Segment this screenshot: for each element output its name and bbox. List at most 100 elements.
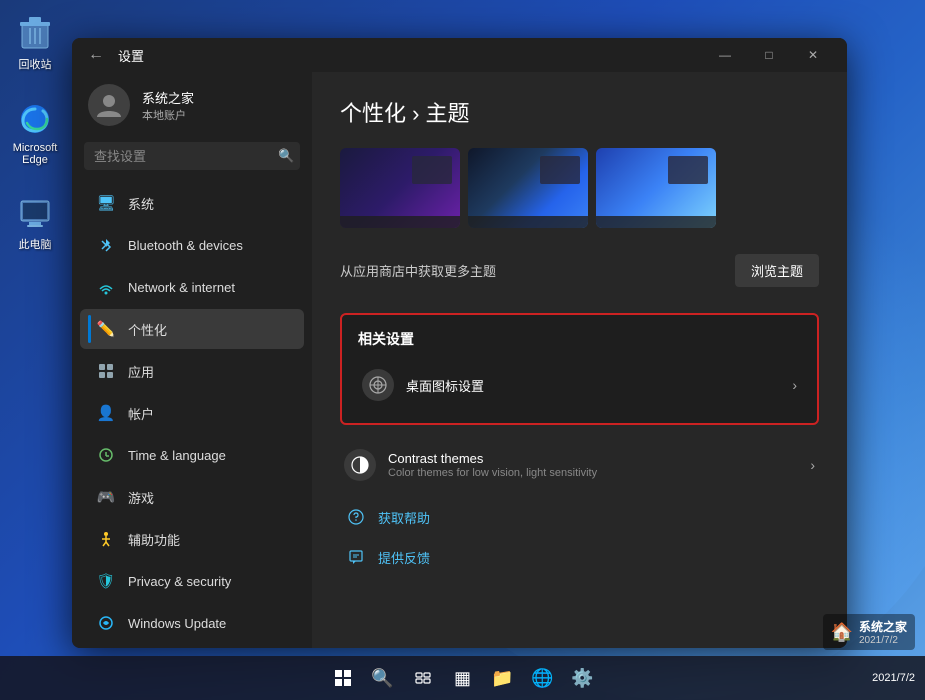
apps-icon xyxy=(96,361,116,381)
accounts-icon: 👤 xyxy=(96,403,116,423)
window-controls: — □ ✕ xyxy=(703,38,835,72)
minimize-button[interactable]: — xyxy=(703,38,747,72)
sidebar-item-accessibility-label: 辅助功能 xyxy=(128,530,180,549)
contrast-info: Contrast themes Color themes for low vis… xyxy=(388,451,597,479)
get-help-icon xyxy=(344,505,368,529)
active-bar xyxy=(88,315,91,343)
sidebar-item-privacy-label: Privacy & security xyxy=(128,574,231,589)
theme-card-1[interactable] xyxy=(340,148,460,228)
sidebar-item-update-label: Windows Update xyxy=(128,616,226,631)
contrast-left: Contrast themes Color themes for low vis… xyxy=(344,449,597,481)
watermark: 🏠 系统之家 2021/7/2 xyxy=(823,614,915,650)
taskbar-date: 2021/7/2 xyxy=(872,672,915,684)
theme-card-2[interactable] xyxy=(468,148,588,228)
feedback-text: 提供反馈 xyxy=(378,548,430,567)
edge-icon[interactable]: Microsoft Edge xyxy=(0,96,70,170)
taskbar-edge-button[interactable]: 🌐 xyxy=(524,659,562,697)
taskbar-right: 2021/7/2 xyxy=(872,672,915,684)
settings-window: ← 设置 — □ ✕ xyxy=(72,38,847,648)
maximize-button[interactable]: □ xyxy=(747,38,791,72)
back-button[interactable]: ← xyxy=(84,43,108,67)
desktop-icon-settings-label: 桌面图标设置 xyxy=(406,376,484,395)
theme-card-3[interactable] xyxy=(596,148,716,228)
sidebar-item-personalization[interactable]: ✏️ 个性化 xyxy=(80,309,304,349)
this-pc-icon[interactable]: 此电脑 xyxy=(12,190,58,256)
desktop-icon-settings-row[interactable]: 桌面图标设置 › xyxy=(358,361,801,409)
taskbar-settings-button[interactable]: ⚙️ xyxy=(564,659,602,697)
get-help-link[interactable]: 获取帮助 xyxy=(340,497,819,537)
sidebar-item-system[interactable]: 🖥 系统 xyxy=(80,183,304,223)
taskbar-center: 🔍 ▦ 📁 🌐 ⚙️ xyxy=(324,659,602,697)
user-profile[interactable]: 系统之家 本地账户 xyxy=(72,72,312,142)
sidebar-item-network[interactable]: Network & internet xyxy=(80,267,304,307)
contrast-themes-row[interactable]: Contrast themes Color themes for low vis… xyxy=(340,441,819,489)
user-name: 系统之家 xyxy=(142,88,194,107)
contrast-themes-title: Contrast themes xyxy=(388,451,597,466)
widgets-button[interactable]: ▦ xyxy=(444,659,482,697)
system-icon: 🖥 xyxy=(96,193,116,213)
window-content: 系统之家 本地账户 🔍 🖥 系统 xyxy=(72,72,847,648)
get-help-text: 获取帮助 xyxy=(378,508,430,527)
sidebar-item-accessibility[interactable]: 辅助功能 xyxy=(80,519,304,559)
sidebar-item-apps-label: 应用 xyxy=(128,362,154,381)
user-type: 本地账户 xyxy=(142,107,194,123)
search-input[interactable] xyxy=(94,149,270,164)
gaming-icon: 🎮 xyxy=(96,487,116,507)
this-pc-image xyxy=(16,194,54,232)
theme-minibar-2 xyxy=(468,216,588,228)
sidebar-item-gaming-label: 游戏 xyxy=(128,488,154,507)
browse-themes-button[interactable]: 浏览主题 xyxy=(735,254,819,287)
from-store-text: 从应用商店中获取更多主题 xyxy=(340,261,496,280)
desktop-icon-icon xyxy=(362,369,394,401)
watermark-brand: 系统之家 xyxy=(859,618,907,635)
contrast-chevron: › xyxy=(810,457,815,473)
user-info: 系统之家 本地账户 xyxy=(142,88,194,123)
task-view-button[interactable] xyxy=(404,659,442,697)
feedback-icon xyxy=(344,545,368,569)
sidebar-item-gaming[interactable]: 🎮 游戏 xyxy=(80,477,304,517)
watermark-info: 系统之家 2021/7/2 xyxy=(859,618,907,646)
sidebar-item-time-label: Time & language xyxy=(128,448,226,463)
file-explorer-button[interactable]: 📁 xyxy=(484,659,522,697)
theme-previews xyxy=(340,148,819,228)
theme-minibar-3 xyxy=(596,216,716,228)
related-settings-section: 相关设置 桌面图标设置 xyxy=(340,313,819,425)
network-icon xyxy=(96,277,116,297)
personalization-icon: ✏️ xyxy=(96,319,116,339)
contrast-themes-subtitle: Color themes for low vision, light sensi… xyxy=(388,467,597,479)
sidebar-item-windows-update[interactable]: Windows Update xyxy=(80,603,304,643)
user-avatar xyxy=(88,84,130,126)
close-button[interactable]: ✕ xyxy=(791,38,835,72)
search-icon: 🔍 xyxy=(278,148,294,164)
theme-window-1 xyxy=(412,156,452,184)
sidebar-item-time-language[interactable]: Time & language xyxy=(80,435,304,475)
recycle-bin-image xyxy=(16,14,54,52)
theme-window-3 xyxy=(668,156,708,184)
desktop-icons: 回收站 Microsoft Edge 此电脑 xyxy=(0,0,70,700)
theme-actions: 从应用商店中获取更多主题 浏览主题 xyxy=(340,248,819,293)
desktop-icon-chevron: › xyxy=(792,377,797,393)
sidebar-item-accounts[interactable]: 👤 帐户 xyxy=(80,393,304,433)
sidebar-item-apps[interactable]: 应用 xyxy=(80,351,304,391)
bluetooth-icon xyxy=(96,235,116,255)
taskbar-search-button[interactable]: 🔍 xyxy=(364,659,402,697)
desktop-icon-left: 桌面图标设置 xyxy=(362,369,484,401)
contrast-icon xyxy=(344,449,376,481)
desktop: 回收站 Microsoft Edge 此电脑 xyxy=(0,0,925,700)
title-bar: ← 设置 — □ ✕ xyxy=(72,38,847,72)
search-box[interactable]: 🔍 xyxy=(84,142,300,170)
start-button[interactable] xyxy=(324,659,362,697)
feedback-link[interactable]: 提供反馈 xyxy=(340,537,819,577)
sidebar-item-personalization-label: 个性化 xyxy=(128,320,167,339)
window-title: 设置 xyxy=(118,46,703,65)
accessibility-icon xyxy=(96,529,116,549)
recycle-bin-label: 回收站 xyxy=(19,56,52,72)
sidebar-item-bluetooth[interactable]: Bluetooth & devices xyxy=(80,225,304,265)
help-links: 获取帮助 提供反馈 xyxy=(340,497,819,577)
watermark-date: 2021/7/2 xyxy=(859,635,907,646)
watermark-logo: 🏠 xyxy=(831,622,853,643)
recycle-bin-icon[interactable]: 回收站 xyxy=(12,10,58,76)
sidebar-item-privacy[interactable]: 🛡 Privacy & security xyxy=(80,561,304,601)
breadcrumb: 个性化 › 主题 xyxy=(340,96,819,128)
time-icon xyxy=(96,445,116,465)
